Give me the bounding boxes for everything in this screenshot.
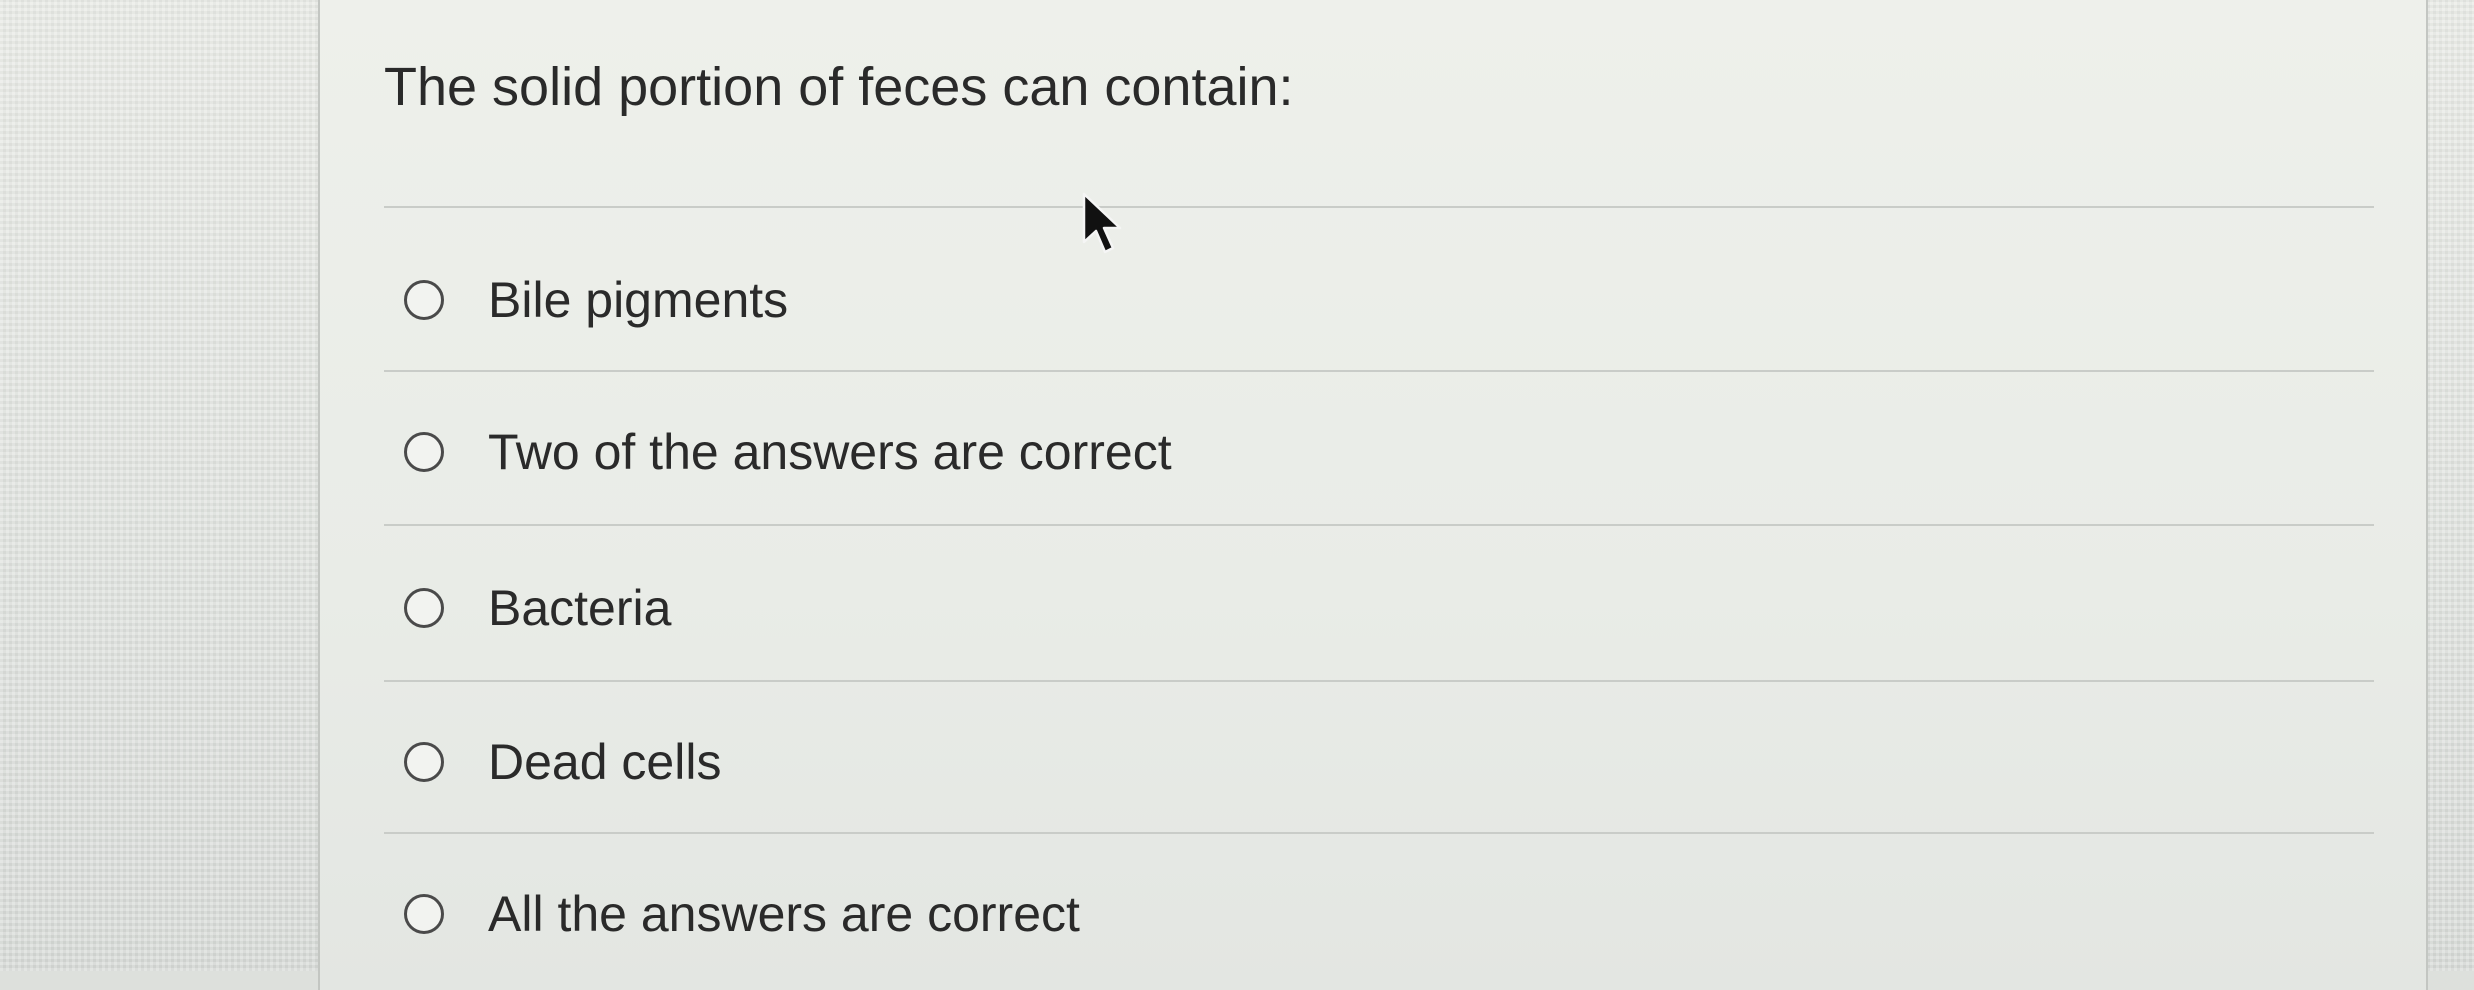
divider bbox=[384, 206, 2374, 208]
option-bacteria[interactable]: Bacteria bbox=[404, 578, 671, 638]
option-label: Dead cells bbox=[488, 734, 722, 790]
option-label: Two of the answers are correct bbox=[488, 424, 1172, 480]
radio-unchecked-icon[interactable] bbox=[404, 742, 444, 782]
divider bbox=[384, 370, 2374, 372]
option-label: Bile pigments bbox=[488, 272, 789, 328]
option-two-correct[interactable]: Two of the answers are correct bbox=[404, 422, 1172, 482]
question-card bbox=[318, 0, 2428, 990]
option-dead-cells[interactable]: Dead cells bbox=[404, 732, 721, 792]
arrow-cursor-icon bbox=[1082, 192, 1122, 254]
option-bile-pigments[interactable]: Bile pigments bbox=[404, 270, 788, 330]
radio-unchecked-icon[interactable] bbox=[404, 280, 444, 320]
radio-unchecked-icon[interactable] bbox=[404, 894, 444, 934]
radio-unchecked-icon[interactable] bbox=[404, 588, 444, 628]
option-label: All the answers are correct bbox=[488, 886, 1080, 942]
divider bbox=[384, 524, 2374, 526]
option-label: Bacteria bbox=[488, 580, 672, 636]
radio-unchecked-icon[interactable] bbox=[404, 432, 444, 472]
divider bbox=[384, 680, 2374, 682]
divider bbox=[384, 832, 2374, 834]
option-all-correct[interactable]: All the answers are correct bbox=[404, 884, 1080, 944]
question-title: The solid portion of feces can contain: bbox=[384, 57, 1294, 117]
